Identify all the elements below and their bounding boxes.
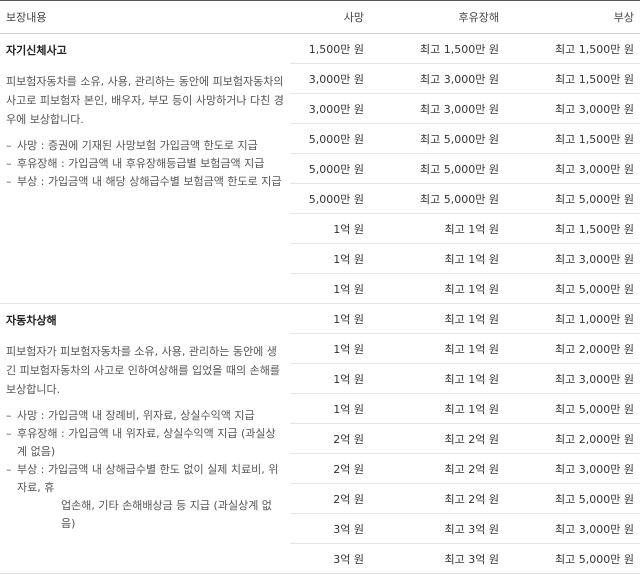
injury-amount: 최고 5,000만 원	[505, 183, 640, 214]
disability-amount: 최고 1억 원	[370, 213, 505, 244]
injury-amount: 최고 5,000만 원	[505, 393, 640, 424]
death-amount: 2억 원	[290, 423, 370, 454]
header-row: 보장내용 사망 후유장해 부상	[0, 0, 640, 34]
death-amount: 5,000만 원	[290, 123, 370, 154]
death-amount: 1억 원	[290, 363, 370, 394]
table-row: 자동차상해피보험자가 피보험자동차를 소유, 사용, 관리하는 동안에 생긴 피…	[0, 303, 640, 574]
injury-amount: 최고 1,500만 원	[505, 63, 640, 94]
section-description: 자동차상해피보험자가 피보험자동차를 소유, 사용, 관리하는 동안에 생긴 피…	[0, 303, 290, 574]
death-amount: 2억 원	[290, 453, 370, 484]
disability-amount: 최고 2억 원	[370, 423, 505, 454]
bullet-text: 부상 : 가입금액 내 해당 상해급수별 보험금액 한도로 지급	[17, 175, 282, 188]
death-amount: 2억 원	[290, 483, 370, 514]
section-title: 자기신체사고	[6, 44, 67, 57]
disability-amount: 최고 2억 원	[370, 453, 505, 484]
bullet-item: 부상 : 가입금액 내 해당 상해급수별 보험금액 한도로 지급	[6, 173, 284, 191]
injury-amount: 최고 1,500만 원	[505, 123, 640, 154]
injury-amount: 최고 2,000만 원	[505, 333, 640, 364]
injury-amount: 최고 1,500만 원	[505, 213, 640, 244]
death-amount: 3억 원	[290, 513, 370, 544]
injury-amount: 최고 2,000만 원	[505, 423, 640, 454]
injury-amount: 최고 5,000만 원	[505, 273, 640, 304]
death-amount: 1억 원	[290, 243, 370, 274]
section-title: 자동차상해	[6, 314, 57, 327]
section-description: 자기신체사고피보험자동차를 소유, 사용, 관리하는 동안에 피보험자동차의 사…	[0, 33, 290, 304]
bullet-text: 후유장해 : 가입금액 내 위자료, 상실수익액 지급 (과실상계 없음)	[17, 427, 276, 458]
death-amount: 5,000만 원	[290, 183, 370, 214]
bullet-item: 사망 : 증권에 기재된 사망보험 가입금액 한도로 지급	[6, 137, 284, 155]
death-amount: 1억 원	[290, 213, 370, 244]
bullet-item: 후유장해 : 가입금액 내 위자료, 상실수익액 지급 (과실상계 없음)	[6, 425, 284, 461]
disability-amount: 최고 3억 원	[370, 543, 505, 574]
disability-amount: 최고 1억 원	[370, 363, 505, 394]
death-amount: 1억 원	[290, 303, 370, 334]
table-body: 자기신체사고피보험자동차를 소유, 사용, 관리하는 동안에 피보험자동차의 사…	[0, 33, 640, 574]
disability-amount: 최고 5,000만 원	[370, 153, 505, 184]
death-amount: 1,500만 원	[290, 33, 370, 64]
header-disability: 후유장해	[370, 0, 505, 34]
bullet-text: 후유장해 : 가입금액 내 후유장해등급별 보험금액 지급	[17, 157, 265, 170]
death-amount: 1억 원	[290, 393, 370, 424]
header-death: 사망	[290, 0, 370, 34]
section-bullets: 사망 : 가입금액 내 장례비, 위자료, 상실수익액 지급후유장해 : 가입금…	[6, 407, 284, 533]
death-amount: 3,000만 원	[290, 63, 370, 94]
header-injury: 부상	[505, 0, 640, 34]
disability-amount: 최고 1억 원	[370, 393, 505, 424]
death-amount: 1억 원	[290, 333, 370, 364]
bullet-item: 부상 : 가입금액 내 상해급수별 한도 없이 실제 치료비, 위자료, 휴업손…	[6, 461, 284, 533]
header-coverage: 보장내용	[0, 0, 290, 34]
disability-amount: 최고 1억 원	[370, 243, 505, 274]
disability-amount: 최고 3,000만 원	[370, 93, 505, 124]
section-text: 피보험자가 피보험자동차를 소유, 사용, 관리하는 동안에 생긴 피보험자동차…	[6, 345, 280, 396]
disability-amount: 최고 5,000만 원	[370, 123, 505, 154]
injury-amount: 최고 3,000만 원	[505, 513, 640, 544]
disability-amount: 최고 3,000만 원	[370, 63, 505, 94]
injury-amount: 최고 1,500만 원	[505, 33, 640, 64]
disability-amount: 최고 5,000만 원	[370, 183, 505, 214]
disability-amount: 최고 2억 원	[370, 483, 505, 514]
injury-amount: 최고 3,000만 원	[505, 243, 640, 274]
disability-amount: 최고 1억 원	[370, 273, 505, 304]
death-amount: 3,000만 원	[290, 93, 370, 124]
injury-amount: 최고 5,000만 원	[505, 543, 640, 574]
death-amount: 1억 원	[290, 273, 370, 304]
section-text: 피보험자동차를 소유, 사용, 관리하는 동안에 피보험자동차의 사고로 피보험…	[6, 75, 284, 126]
bullet-text: 사망 : 가입금액 내 장례비, 위자료, 상실수익액 지급	[17, 409, 255, 422]
injury-amount: 최고 5,000만 원	[505, 483, 640, 514]
coverage-table: 보장내용 사망 후유장해 부상 자기신체사고피보험자동차를 소유, 사용, 관리…	[0, 0, 640, 574]
injury-amount: 최고 3,000만 원	[505, 153, 640, 184]
bullet-item: 후유장해 : 가입금액 내 후유장해등급별 보험금액 지급	[6, 155, 284, 173]
disability-amount: 최고 1억 원	[370, 303, 505, 334]
disability-amount: 최고 3억 원	[370, 513, 505, 544]
bullet-continuation: 업손해, 기타 손해배상금 등 지급 (과실상계 없음)	[61, 499, 272, 530]
death-amount: 3억 원	[290, 543, 370, 574]
section-bullets: 사망 : 증권에 기재된 사망보험 가입금액 한도로 지급후유장해 : 가입금액…	[6, 137, 284, 191]
bullet-text: 사망 : 증권에 기재된 사망보험 가입금액 한도로 지급	[17, 139, 258, 152]
injury-amount: 최고 3,000만 원	[505, 453, 640, 484]
table-row: 자기신체사고피보험자동차를 소유, 사용, 관리하는 동안에 피보험자동차의 사…	[0, 33, 640, 304]
disability-amount: 최고 1억 원	[370, 333, 505, 364]
injury-amount: 최고 1,000만 원	[505, 303, 640, 334]
disability-amount: 최고 1,500만 원	[370, 33, 505, 64]
bullet-item: 사망 : 가입금액 내 장례비, 위자료, 상실수익액 지급	[6, 407, 284, 425]
bullet-text: 부상 : 가입금액 내 상해급수별 한도 없이 실제 치료비, 위자료, 휴	[17, 463, 279, 494]
death-amount: 5,000만 원	[290, 153, 370, 184]
injury-amount: 최고 3,000만 원	[505, 93, 640, 124]
injury-amount: 최고 3,000만 원	[505, 363, 640, 394]
